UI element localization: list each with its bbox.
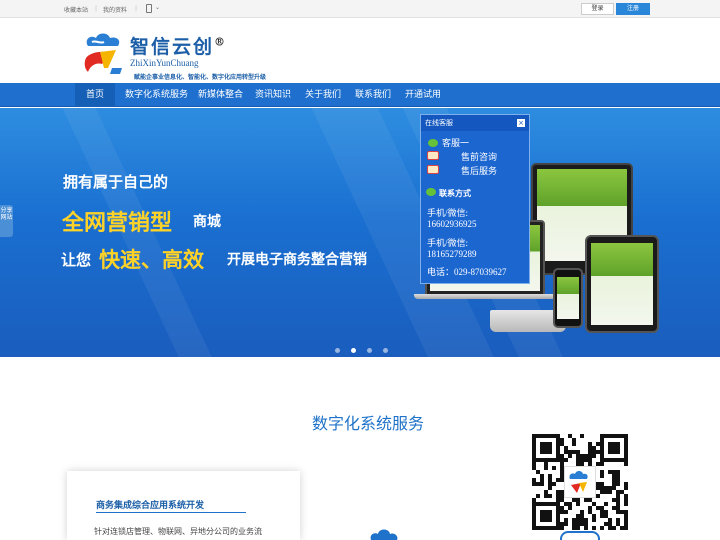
- telephone: 电话：029-87039627: [427, 267, 507, 277]
- carousel-dot[interactable]: [367, 348, 372, 353]
- register-button[interactable]: 注册: [616, 3, 650, 15]
- wechat-icon: [428, 139, 438, 147]
- aftersale-link[interactable]: 售后服务: [461, 164, 497, 177]
- service-panel-title: 在线客服: [425, 119, 453, 127]
- phone2-label: 手机/微信:: [427, 238, 469, 248]
- tablet-mockup: [585, 235, 659, 333]
- nav-item-trial[interactable]: 开通试用: [405, 83, 441, 107]
- logo-slogan: 赋能企事业信息化、智能化、数字化应用转型升级: [134, 74, 267, 81]
- qq-icon: [427, 151, 439, 160]
- contact-title: 联系方式: [439, 189, 471, 198]
- service-wechat-link[interactable]: 客服一: [442, 136, 469, 149]
- banner-headline-2-highlight: 全网营销型: [62, 211, 173, 236]
- phone-mockup: [553, 268, 583, 328]
- favorite-link[interactable]: 收藏本站: [64, 5, 88, 14]
- banner-headline-1: 拥有属于自己的: [63, 173, 169, 191]
- cloud-icon: [370, 529, 398, 540]
- share-side-tab[interactable]: 分享网站: [0, 205, 13, 237]
- phone2-value: 18165279289: [427, 249, 477, 259]
- cloud-logo-icon: [84, 33, 122, 74]
- login-button[interactable]: 登录: [581, 3, 614, 15]
- service-panel-header: 在线客服 ×: [421, 115, 529, 131]
- circle-decoration: [560, 531, 600, 540]
- presale-link[interactable]: 售前咨询: [461, 150, 497, 163]
- banner-headline-3-highlight: 快速、高效: [99, 248, 204, 272]
- laptop-base: [414, 294, 559, 299]
- carousel-dot[interactable]: [383, 348, 388, 353]
- logo-title: 智信云创®: [130, 35, 228, 58]
- nav-item-home[interactable]: 首页: [75, 83, 115, 107]
- qr-center-logo-icon: [564, 466, 596, 498]
- main-nav: 首页 数字化系统服务 新媒体整合 资讯知识 关于我们 联系我们 开通试用: [0, 83, 720, 107]
- phone1-label: 手机/微信:: [427, 208, 469, 218]
- banner-headline-2-rest: 商城: [193, 214, 221, 230]
- carousel-dot[interactable]: [335, 348, 340, 353]
- chevron-down-icon[interactable]: ⌄: [155, 4, 160, 11]
- section-title: 数字化系统服务: [311, 414, 424, 433]
- card-text: 针对连锁店管理、物联网、异地分公司的业务流: [94, 527, 262, 536]
- phone1-value: 16602936925: [427, 219, 477, 229]
- wechat-icon: [426, 188, 436, 196]
- qq-icon: [427, 165, 439, 174]
- close-icon[interactable]: ×: [517, 119, 525, 127]
- banner-headline-3-prefix: 让您: [61, 251, 92, 269]
- carousel-dot[interactable]: [351, 348, 356, 353]
- nav-item-contact[interactable]: 联系我们: [355, 83, 391, 107]
- nav-item-about[interactable]: 关于我们: [305, 83, 341, 107]
- banner-headline-3-rest: 开展电子商务整合营销: [227, 252, 367, 268]
- top-utility-bar: 收藏本站 | 我的资料 | ⌄ 登录 注册: [0, 0, 720, 18]
- nav-item-new-media[interactable]: 新媒体整合: [198, 83, 243, 107]
- card-title: 商务集成综合应用系统开发: [96, 501, 205, 511]
- online-service-panel: 在线客服 × 客服一 售前咨询 售后服务 联系方式 手机/微信: 1660293…: [420, 114, 530, 284]
- site-logo[interactable]: 智信云创® ZhiXinYunChuang 赋能企事业信息化、智能化、数字化应用…: [82, 28, 322, 84]
- nav-item-news[interactable]: 资讯知识: [255, 83, 291, 107]
- service-card[interactable]: 商务集成综合应用系统开发 针对连锁店管理、物联网、异地分公司的业务流: [67, 471, 300, 540]
- profile-link[interactable]: 我的资料: [103, 5, 127, 14]
- nav-item-digital-services[interactable]: 数字化系统服务: [125, 83, 188, 107]
- separator: |: [135, 5, 138, 12]
- separator: |: [95, 5, 98, 12]
- mobile-phone-icon[interactable]: [146, 4, 152, 13]
- card-divider: [96, 512, 246, 513]
- logo-subtitle: ZhiXinYunChuang: [130, 58, 199, 68]
